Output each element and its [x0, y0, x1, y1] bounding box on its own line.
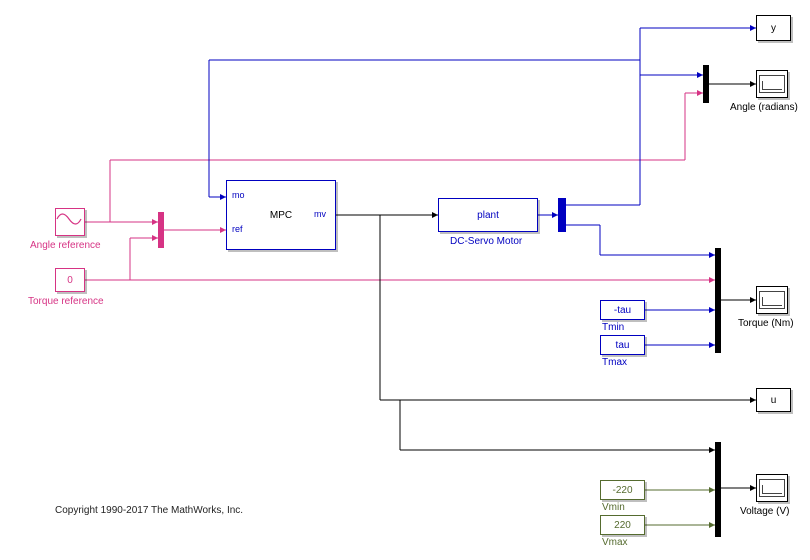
- to-workspace-y[interactable]: y: [756, 15, 791, 41]
- constant-tmin[interactable]: -tau: [600, 300, 645, 320]
- sine-wave-block[interactable]: [55, 208, 85, 236]
- angle-reference-label: Angle reference: [30, 240, 101, 251]
- to-workspace-u[interactable]: u: [756, 388, 791, 412]
- constant-tmax[interactable]: tau: [600, 335, 645, 355]
- scope-voltage[interactable]: [756, 474, 788, 502]
- constant-vmax[interactable]: 220: [600, 515, 645, 535]
- vmax-label: Vmax: [602, 537, 628, 548]
- mux-angle-scope[interactable]: [703, 65, 709, 103]
- scope-icon: [759, 291, 785, 309]
- copyright-text: Copyright 1990-2017 The MathWorks, Inc.: [55, 505, 243, 516]
- tmax-label: Tmax: [602, 357, 627, 368]
- mpc-port-mo: mo: [232, 190, 245, 200]
- mpc-port-mv: mv: [314, 209, 326, 219]
- mpc-port-ref: ref: [232, 224, 243, 234]
- mux-voltage-scope[interactable]: [715, 442, 721, 537]
- scope-angle[interactable]: [756, 70, 788, 98]
- plant-title: plant: [477, 210, 499, 221]
- vmin-value: -220: [612, 485, 632, 496]
- vmin-label: Vmin: [602, 502, 625, 513]
- scope-icon: [759, 75, 785, 93]
- mpc-title: MPC: [270, 210, 292, 221]
- tmin-value: -tau: [614, 305, 631, 316]
- voltage-scope-label: Voltage (V): [740, 506, 789, 517]
- mux-references[interactable]: [158, 212, 164, 248]
- constant-block-torque-ref[interactable]: 0: [55, 268, 85, 292]
- constant-vmin[interactable]: -220: [600, 480, 645, 500]
- plant-block[interactable]: plant: [438, 198, 538, 232]
- demux-plant-outputs[interactable]: [558, 198, 566, 232]
- tmax-value: tau: [616, 340, 630, 351]
- sine-icon: [56, 209, 82, 229]
- torque-reference-label: Torque reference: [28, 296, 104, 307]
- tmin-label: Tmin: [602, 322, 624, 333]
- plant-label: DC-Servo Motor: [450, 236, 522, 247]
- y-label: y: [771, 23, 776, 34]
- torque-ref-value: 0: [67, 275, 73, 286]
- vmax-value: 220: [614, 520, 631, 531]
- angle-scope-label: Angle (radians): [730, 102, 798, 113]
- u-label: u: [771, 395, 777, 406]
- scope-icon: [759, 479, 785, 497]
- scope-torque[interactable]: [756, 286, 788, 314]
- mux-torque-scope[interactable]: [715, 248, 721, 353]
- torque-scope-label: Torque (Nm): [738, 318, 794, 329]
- model-wiring: [0, 0, 810, 560]
